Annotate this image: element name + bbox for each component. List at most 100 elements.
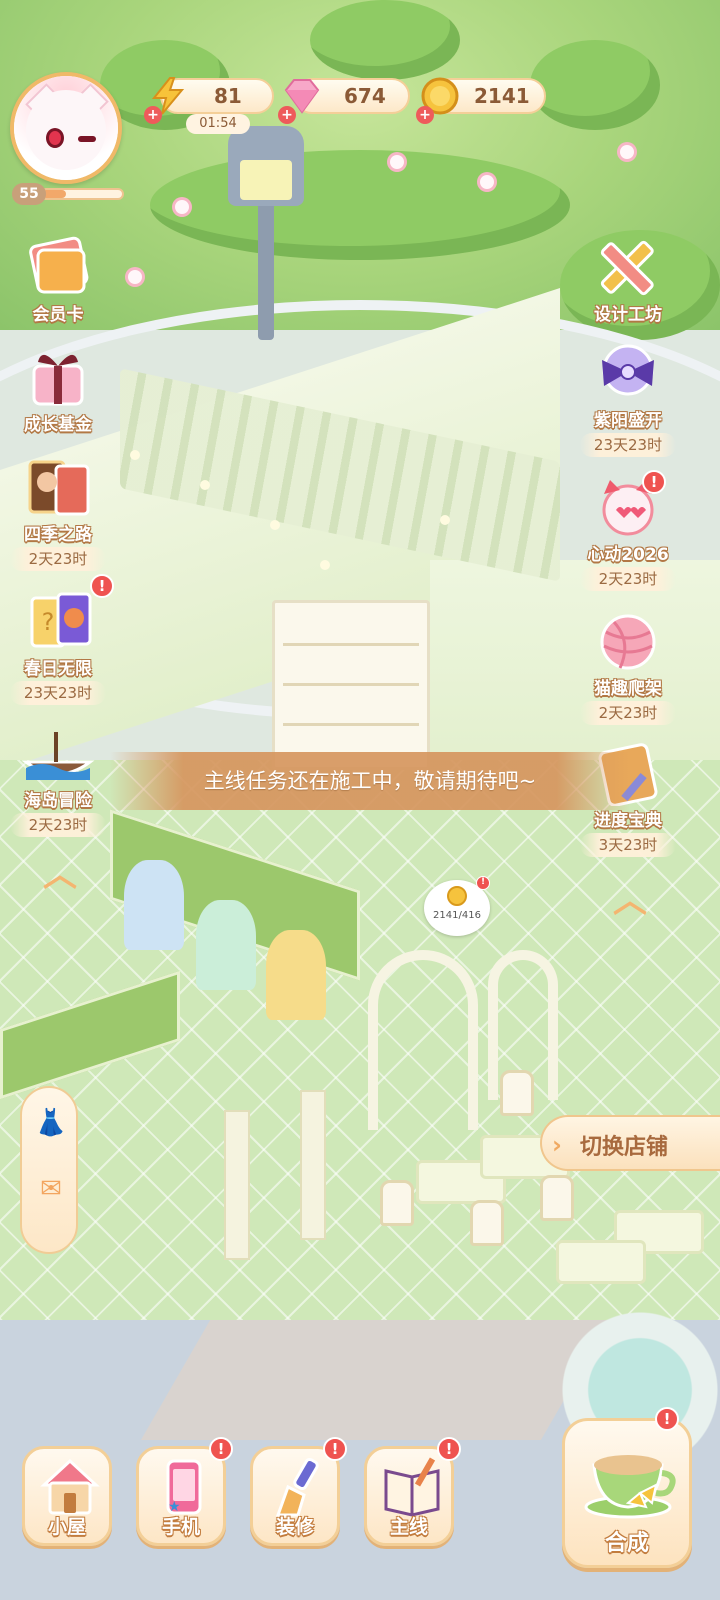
coin-counter[interactable]: + 2141 [416,77,546,124]
side-label: 成长基金 [24,415,92,435]
alert-badge: ! [437,1437,461,1461]
alert-badge: ! [476,876,490,890]
wisteria-flower [270,520,280,530]
display-shelf[interactable] [272,600,430,770]
side-label: 设计工坊 [594,305,662,325]
cafe-chair [470,1200,504,1246]
quick-action-panel: 👗 ✉ [20,1086,78,1254]
coin-collect-value: 2141/416 [433,910,481,921]
mail-envelope-icon[interactable]: ✉ [34,1174,68,1204]
island-boat-icon [20,722,96,786]
arch-mirror [368,950,478,1130]
avatar-eye [46,128,64,148]
dress-icon[interactable]: 👗 [34,1108,68,1138]
flower [175,200,189,214]
mannequin-dress-yellow[interactable] [266,930,326,1020]
flower [128,270,142,284]
energy-timer: 01:54 [186,114,250,134]
design-workshop-button[interactable]: 设计工坊 [576,236,680,325]
wisteria-flower [130,450,140,460]
alert-badge: ! [642,470,666,494]
add-gems-button[interactable]: + [278,106,296,124]
four-seasons-road-button[interactable]: 四季之路 2天23时 [6,456,110,571]
event-timer: 2天23时 [10,547,106,571]
side-label: 会员卡 [32,305,84,325]
teacup-icon [580,1431,680,1531]
notification-toast: 主线任务还在施工中，敬请期待吧~ [110,752,630,810]
purple-bow-icon [590,342,666,406]
gold-coin-icon [447,886,467,906]
paint-brush-icon [268,1457,328,1517]
alert-badge: ! [323,1437,347,1461]
hedge [530,40,660,130]
arch-pillar [224,1110,250,1260]
cafe-chair [540,1175,574,1221]
event-timer: 23天23时 [10,681,106,705]
nav-label: 手机 [161,1516,200,1538]
energy-value: 81 [214,84,242,108]
nav-story-button[interactable]: ! 主线 [364,1437,461,1546]
story-book-icon [382,1457,442,1517]
membership-card-button[interactable]: 会员卡 [6,236,110,325]
cat-tower-button[interactable]: 猫趣爬架 2天23时 [576,610,680,725]
nav-house-button[interactable]: 小屋 [22,1446,112,1546]
cafe-chair [380,1180,414,1226]
synthesize-label: 合成 [604,1531,649,1556]
coin-value: 2141 [474,84,530,108]
side-label: 心动2026 [587,545,669,565]
energy-counter[interactable]: + 81 [144,77,274,124]
hedge [150,150,570,260]
player-avatar[interactable] [10,72,122,184]
island-adventure-button[interactable]: 海岛冒险 2天23时 [6,722,110,837]
side-label: 猫趣爬架 [594,679,662,699]
nav-decorate-button[interactable]: ! 装修 [250,1437,347,1546]
spring-unlimited-button[interactable]: ? ! 春日无限 23天23时 [6,574,114,705]
arch-pillar [300,1090,326,1240]
add-coins-button[interactable]: + [416,106,434,124]
gold-coin-icon: + [416,76,460,124]
event-timer: 2天23时 [580,567,676,591]
wisteria-flower [200,480,210,490]
cafe-table[interactable] [556,1240,646,1284]
synthesize-button[interactable]: ! 合成 [562,1407,692,1568]
avatar-wink [78,136,96,142]
purple-bloom-button[interactable]: 紫阳盛开 23天23时 [576,342,680,457]
event-timer: 2天23时 [580,701,676,725]
growth-fund-button[interactable]: 成长基金 [6,346,110,435]
membership-card-icon [20,236,96,300]
nav-label: 装修 [275,1516,314,1538]
nav-label: 主线 [389,1516,428,1538]
heartbeat-2026-button[interactable]: ! 心动2026 2天23时 [576,470,680,591]
side-label: 四季之路 [24,525,92,545]
mannequin-dress-mint[interactable] [196,900,256,990]
pencil-ruler-icon [590,236,666,300]
gem-counter[interactable]: + 674 [278,78,410,124]
side-label: 紫阳盛开 [594,411,662,431]
alert-badge: ! [209,1437,233,1461]
mannequin-dress-blue[interactable] [124,860,184,950]
chevron-up-icon[interactable]: ︿ [610,884,650,918]
side-label: 海岛冒险 [24,791,92,811]
wisteria-flower [320,560,330,570]
chevron-up-icon[interactable]: ︿ [40,858,80,892]
nav-phone-button[interactable]: ★ ! 手机 [136,1437,233,1546]
switch-shop-button[interactable]: › 切换店铺 [540,1115,720,1171]
house-icon [40,1457,100,1517]
switch-shop-label: 切换店铺 [580,1135,669,1160]
alert-badge: ! [655,1407,679,1431]
chevron-right-icon: › [552,1131,562,1159]
cafe-chair [500,1070,534,1116]
flower [390,155,404,169]
season-cards-icon [20,456,96,520]
phone-icon: ★ [154,1457,214,1517]
nav-label: 小屋 [47,1516,86,1538]
wisteria-flower [440,515,450,525]
svg-text:?: ? [42,608,55,636]
avatar-cat-face [26,90,106,170]
question-cards-icon: ? [20,590,96,654]
add-energy-button[interactable]: + [144,106,162,124]
flower [480,175,494,189]
yarn-ball-icon [590,610,666,674]
flower [620,145,634,159]
event-timer: 3天23时 [580,833,676,857]
